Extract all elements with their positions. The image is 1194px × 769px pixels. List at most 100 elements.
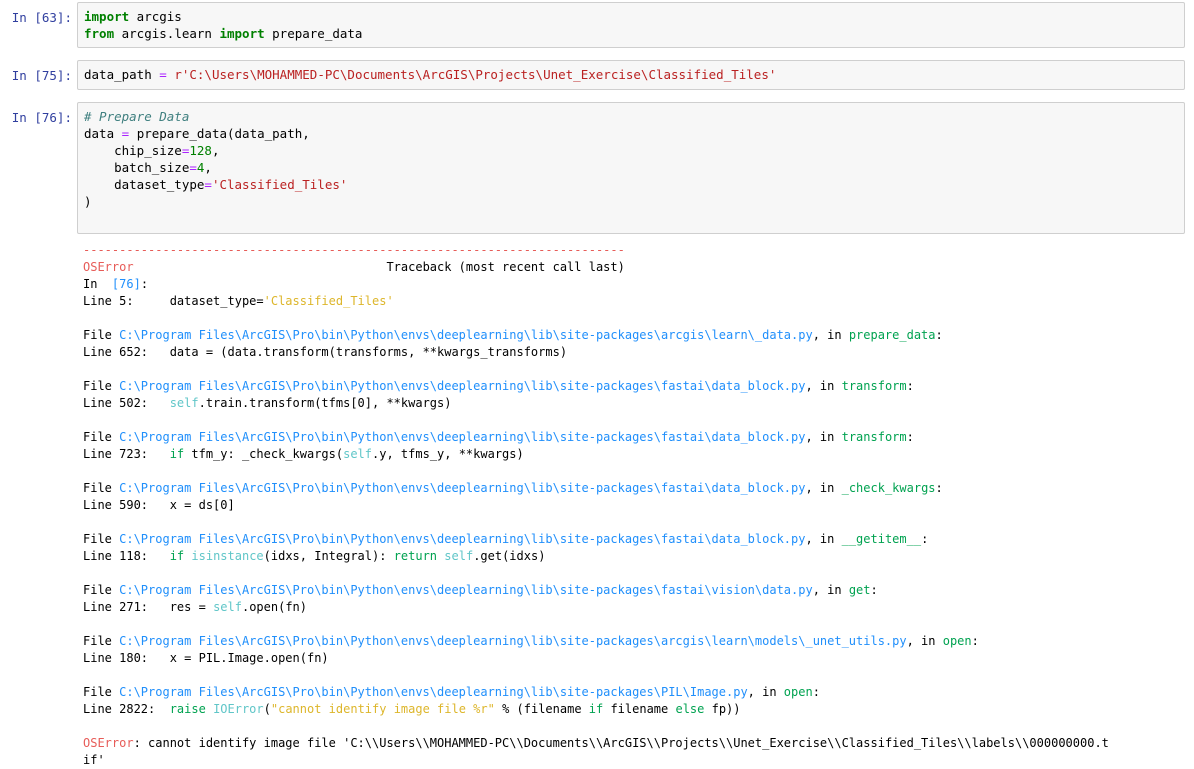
traceback-output: ----------------------------------------… — [83, 242, 1183, 769]
file-path-link[interactable]: C:\Program Files\ArcGIS\Pro\bin\Python\e… — [119, 481, 805, 495]
in-colon: : — [140, 277, 149, 291]
code-token: data — [84, 126, 122, 141]
frame-file-line: File C:\Program Files\ArcGIS\Pro\bin\Pyt… — [83, 582, 1183, 599]
code-editor[interactable]: data_path = r'C:\Users\MOHAMMED-PC\Docum… — [77, 60, 1185, 90]
function-name: __getitem__ — [841, 532, 922, 546]
code-token: Line 723: — [83, 447, 170, 461]
code-token: : — [906, 379, 914, 393]
code-token: File — [83, 685, 120, 699]
code-token: = — [159, 67, 167, 82]
code-line: # Prepare Data — [84, 108, 1178, 125]
code-token: data = (data.transform(transforms, **kwa… — [169, 345, 568, 359]
code-token: ( — [263, 702, 271, 716]
code-token: , — [204, 160, 212, 175]
file-path-link[interactable]: C:\Program Files\ArcGIS\Pro\bin\Python\e… — [119, 532, 805, 546]
code-token: : — [971, 634, 979, 648]
code-line: chip_size=128, — [84, 142, 1178, 159]
code-string: 'Classified_Tiles' — [263, 294, 394, 308]
file-path-link[interactable]: C:\Program Files\ArcGIS\Pro\bin\Python\e… — [119, 634, 906, 648]
code-token: , in — [805, 481, 842, 495]
final-error-message: : cannot identify image file 'C:\\Users\… — [133, 736, 1109, 750]
code-token: .get(idxs) — [473, 549, 546, 563]
cell-link[interactable]: [76] — [112, 277, 141, 291]
frame-code-line: Line 590: x = ds[0] — [83, 497, 1183, 514]
code-token: chip_size — [84, 143, 182, 158]
code-token: else — [675, 702, 705, 716]
code-token: File — [83, 430, 120, 444]
code-token: = — [189, 160, 197, 175]
code-token: Line 118: — [83, 549, 170, 563]
code-token: 'Classified_Tiles' — [211, 177, 348, 192]
traceback-in-line: In [76]: — [83, 276, 1183, 293]
traceback-divider: ----------------------------------------… — [83, 243, 625, 257]
file-path-link[interactable]: C:\Program Files\ArcGIS\Pro\bin\Python\e… — [119, 430, 805, 444]
code-token: , — [211, 143, 220, 158]
function-name: open — [783, 685, 813, 699]
code-token: File — [83, 532, 120, 546]
code-line: data = prepare_data(data_path, — [84, 125, 1178, 142]
code-token: .open(fn) — [241, 600, 307, 614]
code-token: import — [84, 9, 130, 24]
code-token: , in — [812, 583, 849, 597]
code-token: prepare_data — [264, 26, 363, 41]
code-token: File — [83, 481, 120, 495]
frame-file-line: File C:\Program Files\ArcGIS\Pro\bin\Pyt… — [83, 429, 1183, 446]
frame-file-line: File C:\Program Files\ArcGIS\Pro\bin\Pyt… — [83, 684, 1183, 701]
code-token: (idxs, Integral): — [263, 549, 394, 563]
code-token: Line 502: — [83, 396, 170, 410]
code-token: filename — [603, 702, 676, 716]
code-token: x = PIL.Image.open(fn) — [169, 651, 329, 665]
file-path-link[interactable]: C:\Program Files\ArcGIS\Pro\bin\Python\e… — [119, 685, 748, 699]
function-name: _check_kwargs — [841, 481, 936, 495]
code-token: Line 652: — [83, 345, 170, 359]
code-token: .train.transform(tfms[0], **kwargs) — [198, 396, 452, 410]
code-token: , in — [805, 379, 842, 393]
frame-file-line: File C:\Program Files\ArcGIS\Pro\bin\Pyt… — [83, 480, 1183, 497]
code-token: arcgis — [129, 9, 182, 24]
code-editor[interactable]: # Prepare Data data = prepare_data(data_p… — [77, 102, 1185, 234]
frame-code-line: Line 180: x = PIL.Image.open(fn) — [83, 650, 1183, 667]
file-path-link[interactable]: C:\Program Files\ArcGIS\Pro\bin\Python\e… — [119, 583, 813, 597]
code-token: Line 2822: — [83, 702, 170, 716]
function-name: get — [848, 583, 871, 597]
function-name: prepare_data — [848, 328, 936, 342]
frame-file-line: File C:\Program Files\ArcGIS\Pro\bin\Pyt… — [83, 378, 1183, 395]
code-token: x = ds[0] — [169, 498, 235, 512]
code-token: if — [588, 702, 604, 716]
code-token: , in — [805, 532, 842, 546]
code-token: , in — [812, 328, 849, 342]
code-token: File — [83, 379, 120, 393]
file-path-link[interactable]: C:\Program Files\ArcGIS\Pro\bin\Python\e… — [119, 379, 805, 393]
code-token: self — [343, 447, 373, 461]
code-token: if — [169, 447, 185, 461]
frame-file-line: File C:\Program Files\ArcGIS\Pro\bin\Pyt… — [83, 633, 1183, 650]
file-path-link[interactable]: C:\Program Files\ArcGIS\Pro\bin\Python\e… — [119, 328, 813, 342]
code-editor[interactable]: import arcgis from arcgis.learn import pr… — [77, 2, 1185, 48]
code-line: ) — [84, 193, 1178, 210]
cell-prompt: In [76]: — [11, 110, 72, 125]
frame-file-line: File C:\Program Files\ArcGIS\Pro\bin\Pyt… — [83, 327, 1183, 344]
code-token: if — [169, 549, 185, 563]
final-error-line-wrap: if' — [83, 753, 105, 767]
code-token: self — [169, 396, 199, 410]
code-token: # Prepare Data — [84, 109, 190, 124]
code-token: 128 — [189, 143, 212, 158]
code-token: Line 180: — [83, 651, 170, 665]
code-token: raise — [169, 702, 206, 716]
code-token: "cannot identify image file %r" — [270, 702, 495, 716]
code-token: Line 271: — [83, 600, 170, 614]
code-token: ) — [84, 194, 92, 209]
code-token: self — [213, 600, 242, 614]
code-token: data_path — [84, 67, 160, 82]
code-token: r'C:\Users\MOHAMMED-PC\Documents\ArcGIS\… — [174, 67, 777, 82]
